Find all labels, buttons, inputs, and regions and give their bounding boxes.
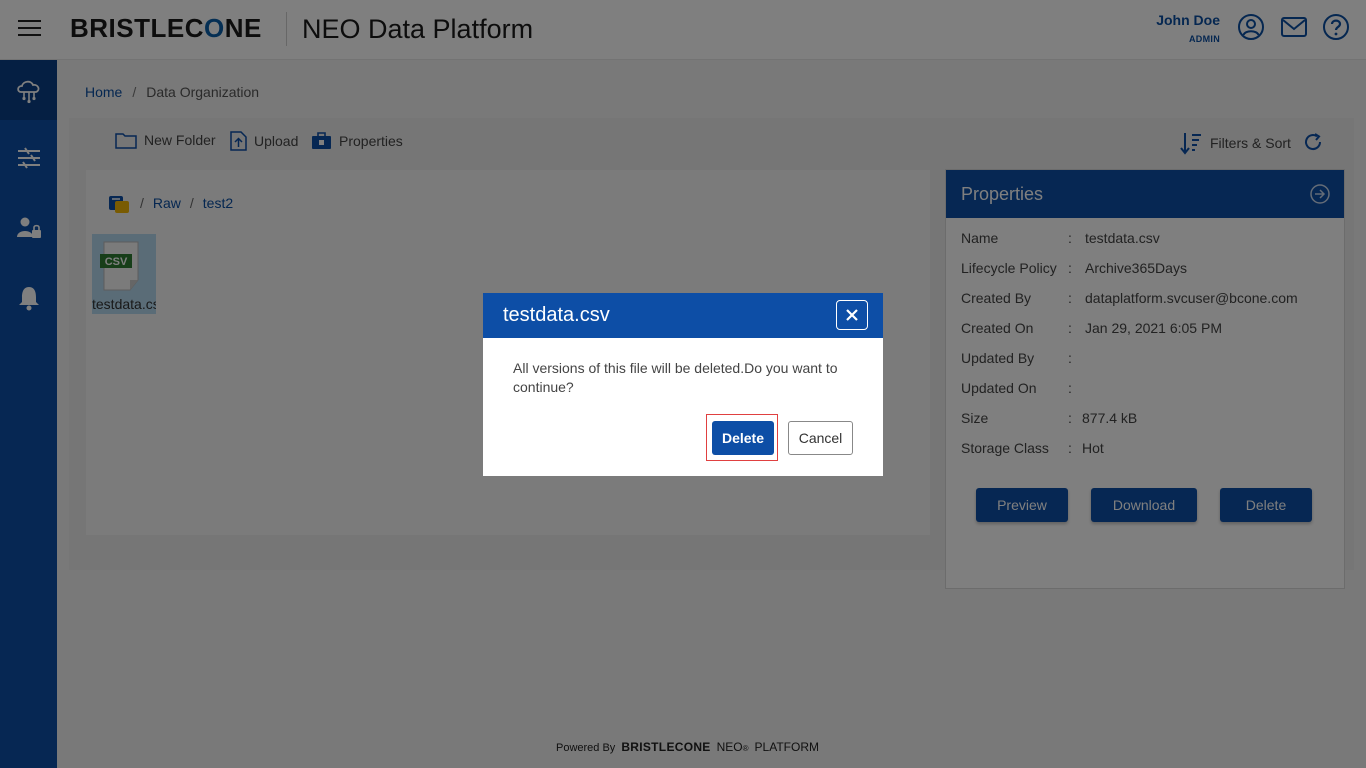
confirm-delete-button[interactable]: Delete [712,421,774,455]
cancel-button[interactable]: Cancel [788,421,853,455]
delete-confirm-dialog: testdata.csv All versions of this file w… [483,293,883,476]
dialog-title: testdata.csv [503,304,610,326]
dialog-message: All versions of this file will be delete… [513,360,838,395]
dialog-header: testdata.csv [483,293,883,338]
close-icon [846,309,858,321]
dialog-close-button[interactable] [836,300,868,330]
